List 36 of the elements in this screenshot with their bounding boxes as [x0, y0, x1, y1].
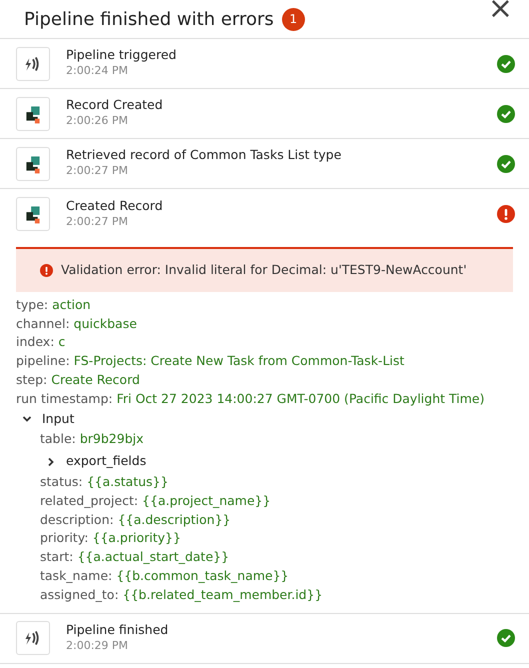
- step-title: Created Record: [66, 198, 164, 214]
- detail-line: assigned_to: {{b.related_team_member.id}}: [40, 586, 324, 604]
- step-row[interactable]: Pipeline finished 2:00:29 PM: [0, 614, 529, 664]
- detail-line: channel: quickbase: [16, 314, 138, 333]
- error-icon: [40, 264, 53, 277]
- step-row[interactable]: Pipeline triggered 2:00:24 PM: [0, 39, 529, 89]
- step-title: Pipeline finished: [66, 622, 170, 638]
- detail-line: step: Create Record: [16, 370, 141, 389]
- step-time: 2:00:27 PM: [66, 163, 130, 180]
- detail-line: priority: {{a.priority}}: [40, 529, 182, 548]
- detail-line: index: c: [16, 333, 66, 352]
- detail-line: description: {{a.description}}: [40, 510, 232, 529]
- step-time: 2:00:24 PM: [66, 63, 130, 80]
- detail-line: table: br9b29bjx: [40, 430, 145, 448]
- step-row[interactable]: Created Record 2:00:27 PM: [0, 189, 529, 239]
- close-button[interactable]: ×: [488, 0, 513, 24]
- step-title: Record Created: [66, 97, 164, 114]
- detail-line: related_project: {{a.project_name}}: [40, 492, 272, 510]
- tree-label[interactable]: export_fields: [66, 452, 146, 471]
- detail-line: run timestamp: Fri Oct 27 2023 14:00:27 GMT-0700 (Pacific Daylight Time): [16, 390, 486, 408]
- step-title: Retrieved record of Common Tasks List type: [66, 147, 342, 164]
- detail-line: status: {{a.status}}: [40, 472, 170, 491]
- step-time: 2:00:29 PM: [66, 638, 130, 654]
- error-count-badge: 1: [282, 8, 305, 30]
- detail-line: pipeline: FS-Projects: Create New Task from Common-Task-List: [16, 352, 406, 370]
- error-message: Validation error: Invalid literal for Decimal: u'TEST9-NewAccount': [61, 261, 467, 279]
- step-row[interactable]: Retrieved record of Common Tasks List type 2:00:27 PM: [0, 139, 529, 189]
- step-row[interactable]: Record Created 2:00:26 PM: [0, 89, 529, 139]
- panel-title: Pipeline finished with errors: [24, 8, 274, 32]
- step-time: 2:00:26 PM: [66, 113, 130, 130]
- tree-label: Input: [42, 410, 74, 428]
- detail-line: start: {{a.actual_start_date}}: [40, 548, 230, 566]
- detail-line: type: action: [16, 296, 92, 314]
- step-time: 2:00:27 PM: [66, 214, 130, 230]
- detail-line: task_name: {{b.common_task_name}}: [40, 566, 290, 585]
- step-title: Pipeline triggered: [66, 47, 178, 64]
